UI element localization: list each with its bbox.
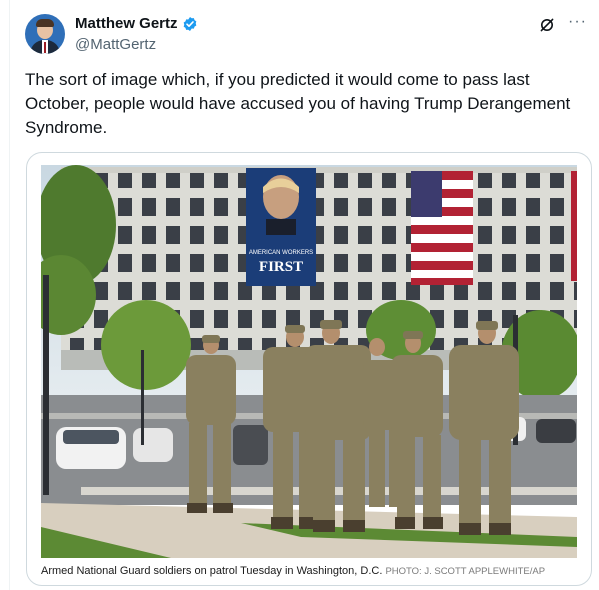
banner-headline: FIRST: [259, 259, 303, 275]
timeline-divider: [9, 0, 10, 590]
banner-kicker: AMERICAN WORKERS: [249, 250, 313, 256]
verified-badge-icon: [183, 16, 196, 31]
more-options-icon[interactable]: ···: [568, 14, 587, 30]
author-display-name[interactable]: Matthew Gertz: [75, 15, 178, 32]
photo-caption: Armed National Guard soldiers on patrol …: [41, 565, 581, 579]
photo-credit: PHOTO: J. SCOTT APPLEWHITE/AP: [385, 566, 546, 577]
tweet-text: The sort of image which, if you predicte…: [25, 70, 571, 137]
caption-text: Armed National Guard soldiers on patrol …: [41, 565, 383, 577]
author-handle[interactable]: @MattGertz: [75, 36, 156, 53]
avatar[interactable]: [25, 14, 65, 54]
tweet-header: Matthew Gertz @MattGertz ···: [25, 14, 587, 58]
media-card[interactable]: AMERICAN WORKERS FIRST Armed National Gu…: [26, 152, 592, 586]
grok-icon[interactable]: [539, 17, 555, 33]
author-name-row: Matthew Gertz: [75, 15, 198, 32]
news-photo[interactable]: AMERICAN WORKERS FIRST: [41, 165, 577, 558]
